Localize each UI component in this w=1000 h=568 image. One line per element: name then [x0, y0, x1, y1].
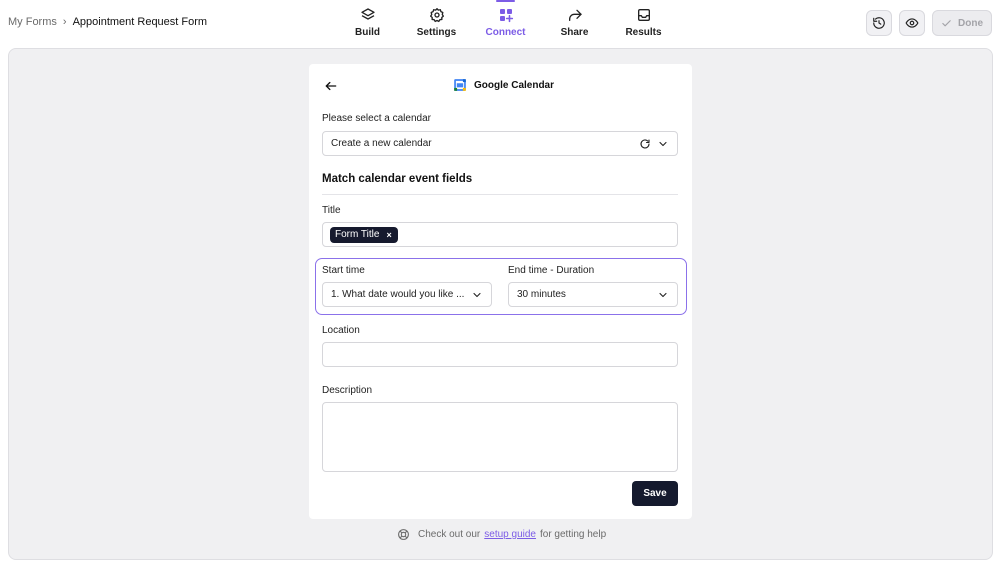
calendar-select-label: Please select a calendar	[322, 113, 431, 124]
section-divider	[322, 194, 678, 195]
tab-settings[interactable]: Settings	[402, 0, 471, 44]
location-field[interactable]	[322, 342, 678, 367]
breadcrumb-separator: ›	[62, 16, 67, 28]
tab-connect-label: Connect	[485, 27, 526, 38]
refresh-icon[interactable]	[639, 138, 651, 150]
chevron-down-icon	[473, 292, 481, 297]
done-button[interactable]: Done	[932, 10, 992, 36]
top-bar: My Forms › Appointment Request Form Buil…	[0, 0, 1000, 48]
form-title-tag: Form Title ×	[330, 226, 398, 243]
history-icon	[873, 17, 885, 29]
description-label: Description	[322, 385, 373, 396]
start-time-label: Start time	[322, 265, 365, 276]
save-button[interactable]: Save	[632, 481, 678, 506]
tab-share-label: Share	[560, 27, 589, 38]
eye-icon	[905, 18, 919, 28]
gear-icon	[429, 7, 444, 23]
start-time-value: 1. What date would you like ...	[331, 289, 465, 300]
tab-results-label: Results	[625, 27, 662, 38]
tab-build-label: Build	[355, 27, 380, 38]
section-title: Match calendar event fields	[322, 173, 473, 185]
card-title: Google Calendar	[453, 78, 554, 92]
card-header: Google Calendar	[309, 64, 692, 108]
breadcrumb-current-form: Appointment Request Form	[72, 16, 208, 28]
calendar-select[interactable]: Create a new calendar	[322, 131, 678, 156]
end-time-value: 30 minutes	[517, 289, 566, 300]
end-time-select[interactable]: 30 minutes	[508, 282, 678, 307]
title-field[interactable]: Form Title ×	[322, 222, 678, 247]
inbox-icon	[637, 9, 650, 21]
grid-plus-icon	[499, 9, 513, 23]
preview-button[interactable]	[899, 10, 925, 36]
title-label: Title	[322, 205, 341, 216]
integration-card: Google Calendar Please select a calendar…	[309, 64, 692, 519]
location-label: Location	[322, 325, 360, 336]
main-nav: Build Settings Connect Share Results	[333, 0, 678, 44]
help-prefix: Check out our	[418, 529, 481, 540]
breadcrumb: My Forms › Appointment Request Form	[8, 16, 207, 28]
form-title-tag-label: Form Title	[335, 229, 380, 240]
arrow-left-icon	[325, 81, 337, 91]
breadcrumb-my-forms[interactable]: My Forms	[8, 16, 57, 28]
layers-icon	[360, 8, 375, 20]
calendar-select-value: Create a new calendar	[331, 138, 432, 149]
share-arrow-icon	[568, 9, 582, 21]
help-footer: Check out our setup guide for getting he…	[397, 528, 606, 541]
done-label: Done	[958, 17, 983, 29]
header-actions: Done	[866, 10, 992, 36]
remove-tag-icon[interactable]: ×	[386, 230, 391, 240]
tab-build[interactable]: Build	[333, 0, 402, 44]
setup-guide-link[interactable]: setup guide	[484, 529, 536, 540]
tab-share[interactable]: Share	[540, 0, 609, 44]
card-title-text: Google Calendar	[474, 79, 555, 91]
chevron-down-icon	[659, 141, 667, 146]
tab-settings-label: Settings	[416, 27, 457, 38]
start-time-select[interactable]: 1. What date would you like ...	[322, 282, 492, 307]
tab-results[interactable]: Results	[609, 0, 678, 44]
lifebuoy-icon	[398, 529, 409, 540]
help-suffix: for getting help	[539, 529, 607, 540]
end-time-label: End time - Duration	[508, 265, 595, 276]
check-icon	[942, 19, 951, 26]
tab-connect[interactable]: Connect	[471, 0, 540, 44]
description-field[interactable]	[322, 402, 678, 472]
chevron-down-icon	[659, 292, 667, 297]
google-calendar-icon	[454, 79, 466, 91]
back-button[interactable]	[321, 76, 341, 96]
history-button[interactable]	[866, 10, 892, 36]
active-tab-indicator	[496, 0, 515, 2]
